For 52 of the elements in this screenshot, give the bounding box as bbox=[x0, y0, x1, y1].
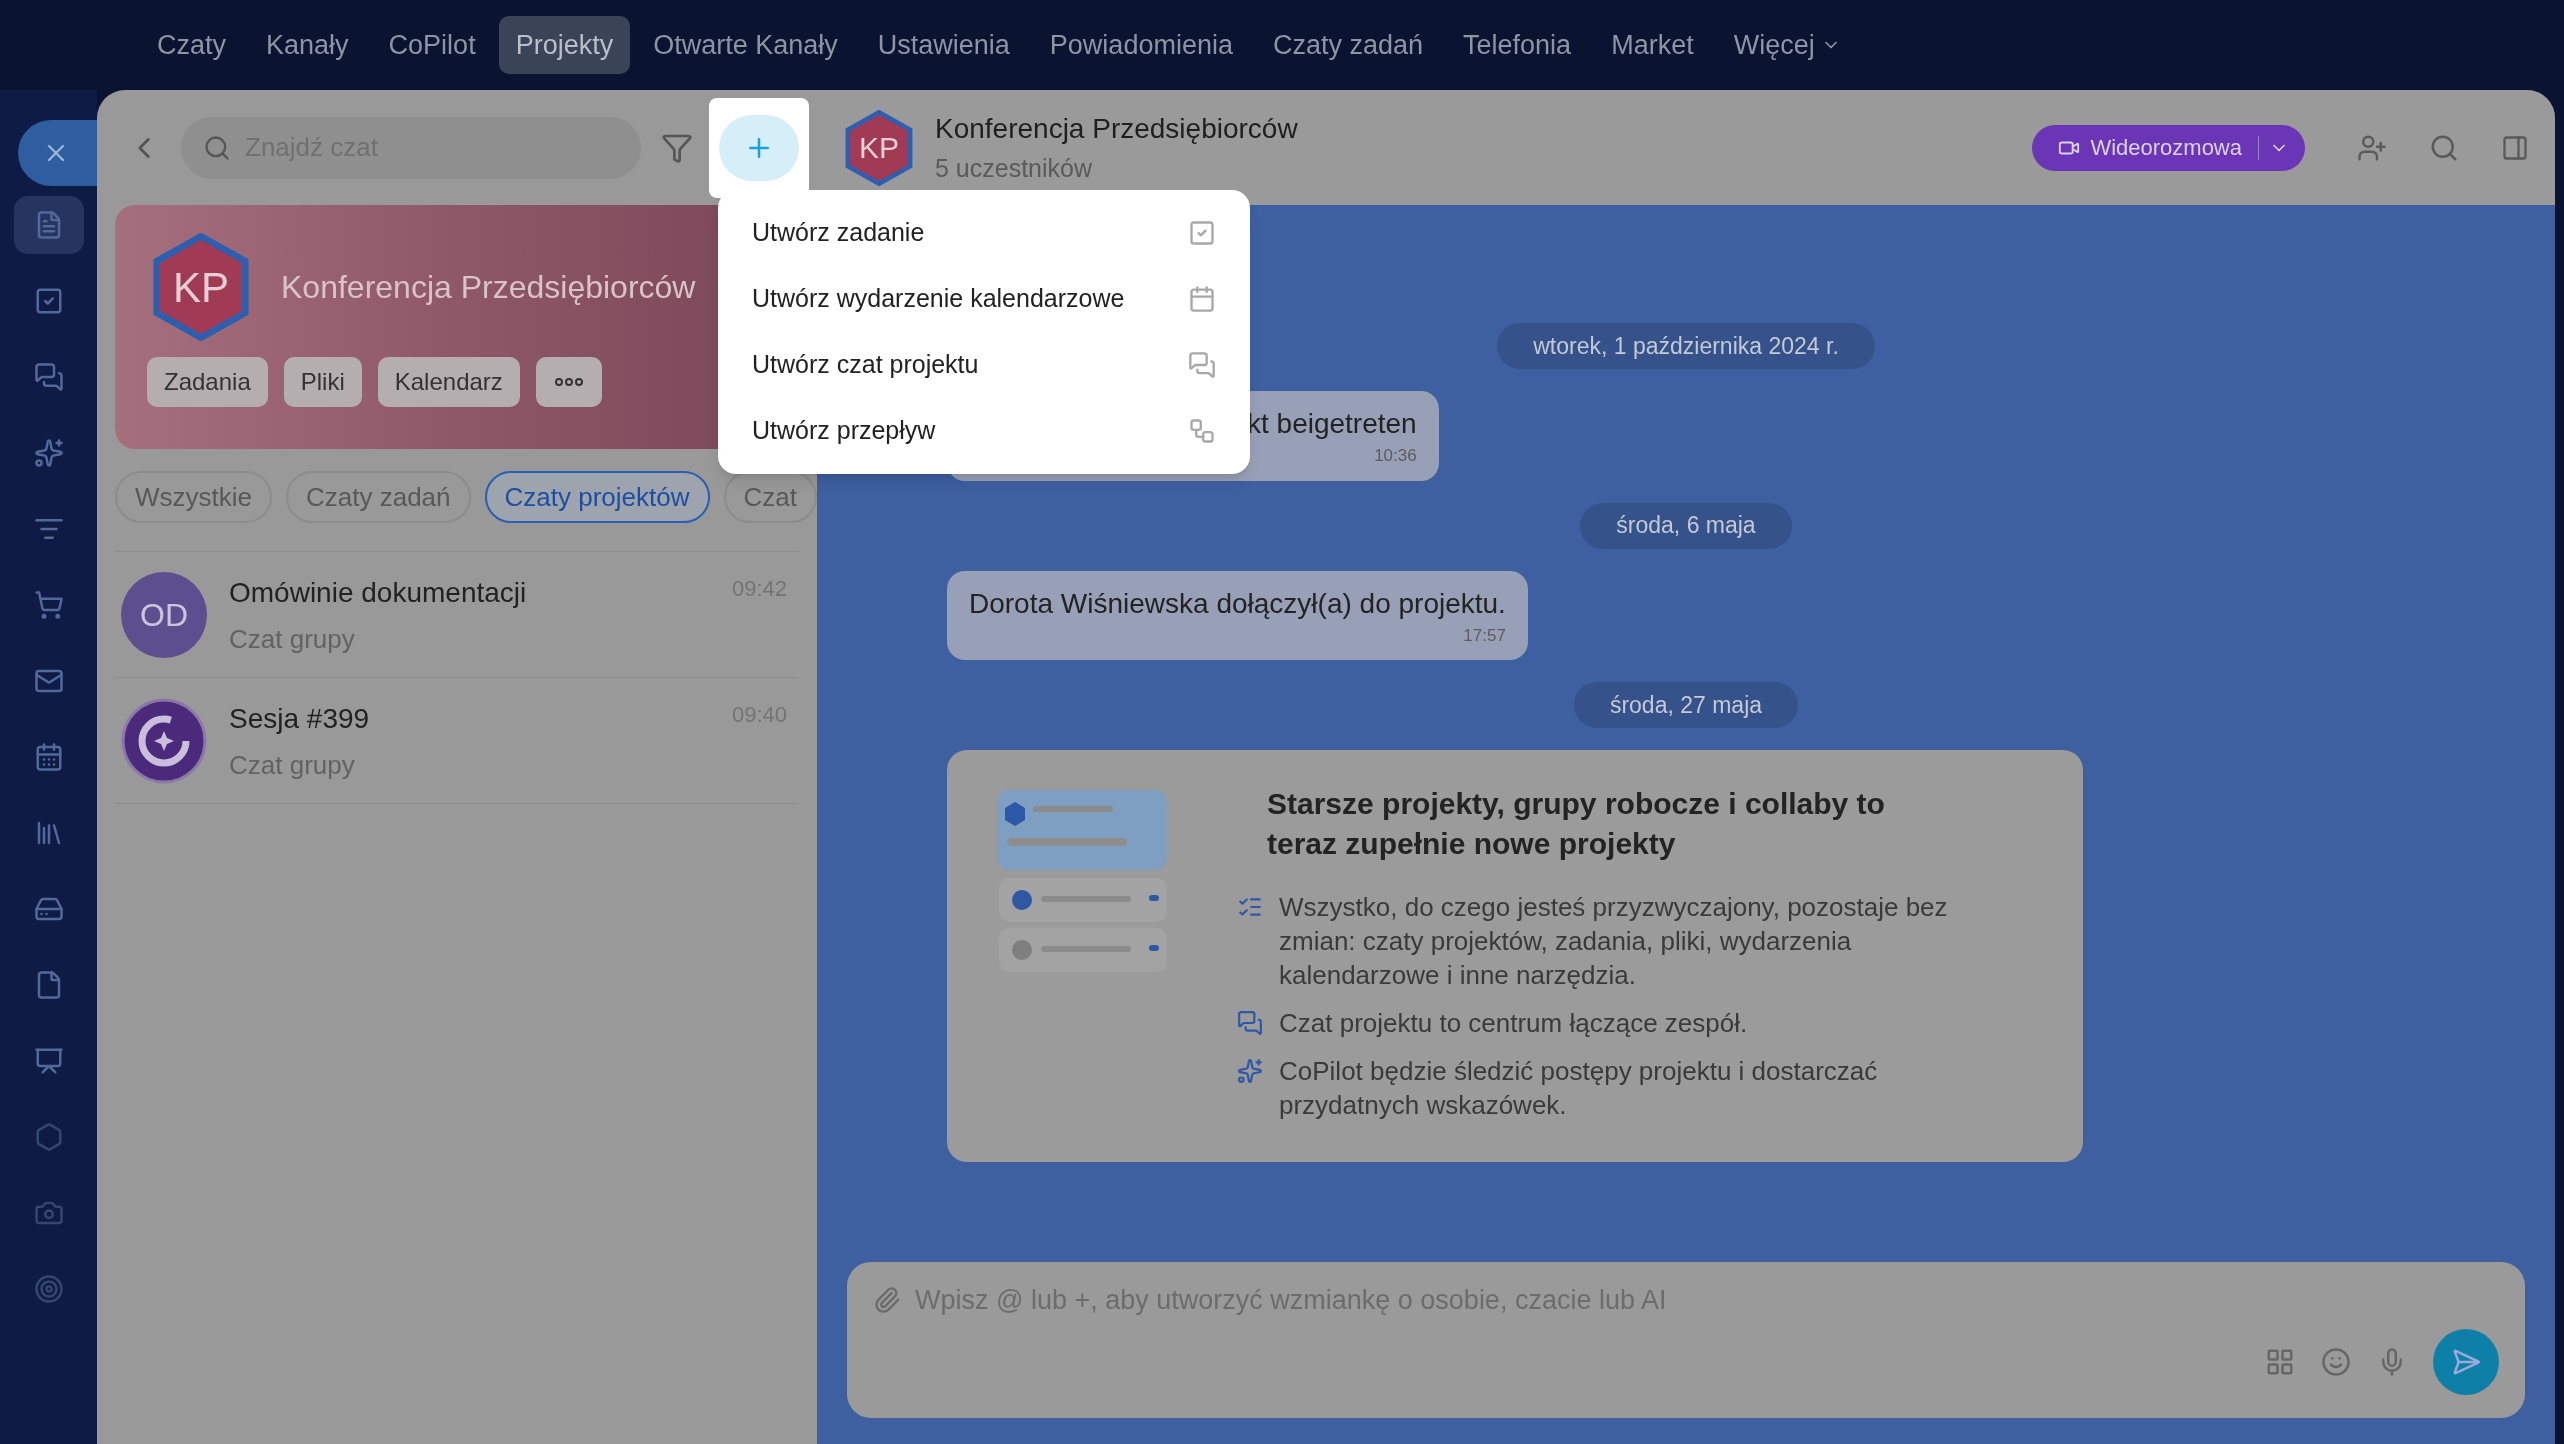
project-name: Konferencja Przedsiębiorców bbox=[281, 268, 696, 307]
card-title: Starsze projekty, grupy robocze i collaby to teraz zupełnie nowe projekty bbox=[1267, 786, 1886, 862]
card-text: CoPilot będzie śledzić postępy projektu i dostarczać przydatnych wskazówek. bbox=[1279, 1055, 1879, 1122]
menu-item[interactable]: Utwórz czat projektu bbox=[718, 332, 1250, 398]
close-button[interactable] bbox=[18, 120, 97, 186]
document-icon[interactable] bbox=[13, 196, 84, 254]
date-label: środa, 6 maja bbox=[1580, 502, 1792, 549]
nav-tab[interactable]: Telefonia bbox=[1446, 16, 1589, 74]
card-text: Wszystko, do czego jesteś przyzwyczajony, pozostaje bez zmian: czaty projektów, zadania, pliki, wydarzenia kalendarzowe i inne narzędzia. bbox=[1279, 891, 1949, 992]
nav-tab[interactable]: Market bbox=[1594, 16, 1711, 74]
nav-tab[interactable]: Czaty bbox=[140, 16, 244, 74]
project-button[interactable]: Pliki bbox=[283, 357, 362, 407]
nav-tab[interactable]: Ustawienia bbox=[860, 16, 1027, 74]
search-icon bbox=[203, 133, 231, 162]
nav-tab[interactable]: Powiadomienia bbox=[1032, 16, 1250, 74]
more-icon bbox=[554, 378, 583, 386]
date-label: środa, 27 maja bbox=[1573, 682, 1799, 728]
nav-tab[interactable]: Kanały bbox=[249, 16, 366, 74]
message-time: 17:57 bbox=[1463, 624, 1506, 647]
nav-tab[interactable]: CoPilot bbox=[371, 16, 493, 74]
attachment-icon[interactable] bbox=[873, 1286, 901, 1315]
menu-item[interactable]: Utwórz wydarzenie kalendarzowe bbox=[718, 266, 1250, 332]
send-icon bbox=[2451, 1346, 2481, 1377]
filter-chip[interactable]: Czaty projektów bbox=[484, 471, 710, 523]
nav-tab[interactable]: Więcej bbox=[1716, 16, 1858, 74]
project-button[interactable]: Kalendarz bbox=[377, 357, 520, 407]
chat-title: Sesja #399 bbox=[229, 702, 370, 736]
panel-icon[interactable] bbox=[2501, 133, 2529, 162]
checkbox-icon bbox=[1188, 219, 1216, 247]
nav-tab[interactable]: Projekty bbox=[498, 16, 631, 74]
video-call-button[interactable]: Wideorozmowa bbox=[2032, 124, 2305, 171]
emoji-icon[interactable] bbox=[2321, 1346, 2351, 1377]
participants-count: 5 uczestników bbox=[935, 152, 1094, 184]
more-button[interactable] bbox=[535, 357, 602, 407]
menu-item[interactable]: Utwórz przepływ bbox=[718, 398, 1250, 464]
menu-item[interactable]: Utwórz zadanie bbox=[718, 200, 1250, 266]
nav-tab[interactable]: Czaty zadań bbox=[1255, 16, 1441, 74]
chat-icon bbox=[1188, 351, 1216, 379]
project-button[interactable]: Zadania bbox=[147, 357, 268, 407]
date-label: wtorek, 1 października 2024 r. bbox=[1497, 323, 1875, 369]
message-text: Dorota Wiśniewska dołączył(a) do projektu. bbox=[969, 586, 1506, 621]
nav-tab[interactable]: Otwarte Kanały bbox=[636, 16, 855, 74]
flow-icon bbox=[1188, 417, 1216, 445]
calendar-icon bbox=[1188, 285, 1216, 313]
sparkle-icon bbox=[1237, 1058, 1263, 1084]
logo-icon bbox=[121, 697, 207, 784]
avatar: OD bbox=[121, 571, 207, 658]
chat-title: Omówinie dokumentacji bbox=[229, 576, 527, 610]
message-time: 10:36 bbox=[1374, 445, 1417, 467]
chat-icon bbox=[1237, 1010, 1263, 1036]
chat-title: Konferencja Przedsiębiorców bbox=[935, 111, 1298, 146]
card-text: Czat projektu to centrum łączące zespół. bbox=[1279, 1007, 1749, 1040]
